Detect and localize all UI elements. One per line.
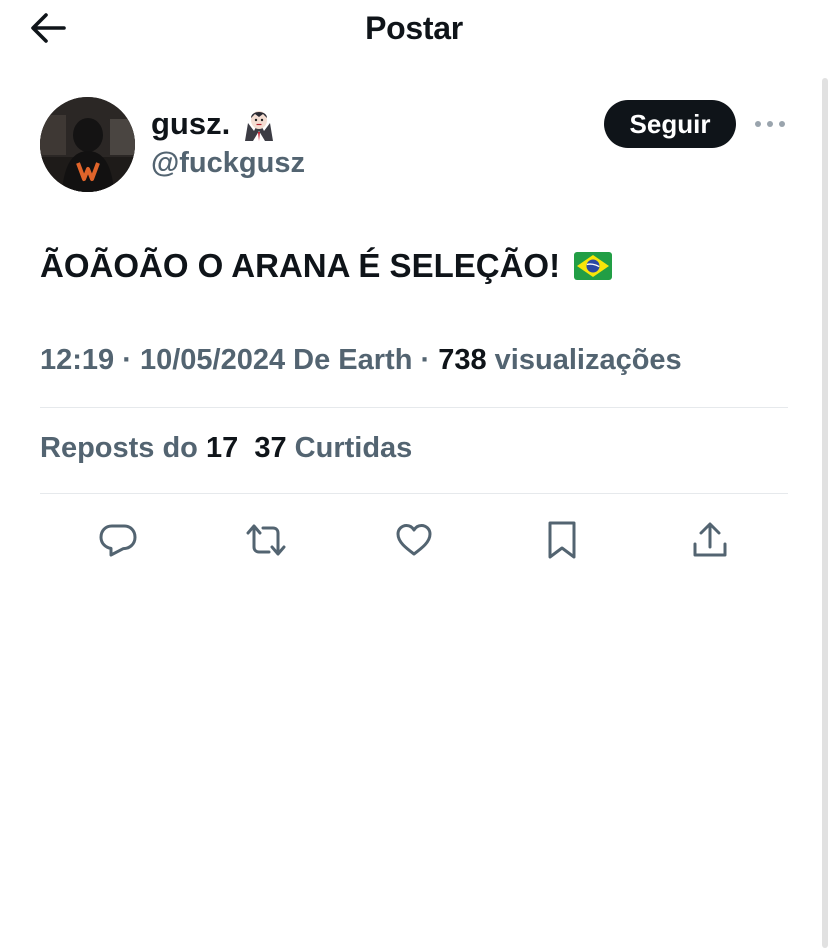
avatar[interactable] bbox=[40, 97, 135, 192]
brazil-flag-emoji-icon bbox=[574, 252, 613, 280]
like-button[interactable] bbox=[392, 518, 436, 562]
top-bar: Postar bbox=[0, 0, 828, 56]
more-horizontal-icon bbox=[755, 121, 785, 127]
repost-button[interactable] bbox=[244, 518, 288, 562]
views-count: 738 bbox=[438, 344, 487, 376]
likes-count: 37 bbox=[254, 432, 287, 464]
share-button[interactable] bbox=[688, 518, 732, 562]
post-text-content: ÃOÃOÃO O ARANA É SELEÇÃO! bbox=[40, 247, 561, 284]
bookmark-icon bbox=[548, 521, 576, 559]
meta-separator: · bbox=[114, 344, 140, 376]
reposts-label: Reposts do bbox=[40, 432, 206, 464]
post-meta: 12:19 · 10/05/2024 De Earth · 738 visual… bbox=[40, 344, 682, 377]
display-name-row: gusz. bbox=[151, 104, 276, 144]
reposts-count: 17 bbox=[205, 432, 239, 464]
post-location: De Earth bbox=[285, 344, 413, 376]
likes-stat[interactable]: 37 Curtidas bbox=[254, 432, 412, 464]
page-title: Postar bbox=[365, 10, 463, 46]
post-time: 12:19 bbox=[40, 344, 115, 376]
display-name[interactable]: gusz. bbox=[151, 106, 230, 142]
scrollbar[interactable] bbox=[822, 78, 828, 948]
user-handle[interactable]: @fuckgusz bbox=[151, 147, 305, 180]
post-text: ÃOÃOÃO O ARANA É SELEÇÃO! bbox=[40, 247, 613, 285]
post-date: 10/05/2024 bbox=[139, 344, 286, 376]
post-stats: Reposts do 17 37 Curtidas bbox=[40, 432, 412, 465]
follow-button[interactable]: Seguir bbox=[604, 100, 736, 148]
meta-separator: · bbox=[412, 344, 439, 376]
vampire-emoji-icon bbox=[245, 111, 274, 141]
reply-icon bbox=[99, 524, 137, 557]
repost-icon bbox=[246, 524, 286, 556]
views-label: visualizações bbox=[486, 344, 682, 376]
reply-button[interactable] bbox=[96, 518, 140, 562]
reposts-stat[interactable]: Reposts do 17 bbox=[40, 432, 238, 464]
divider bbox=[40, 493, 788, 494]
share-icon bbox=[693, 522, 727, 557]
divider bbox=[40, 407, 788, 408]
likes-label: Curtidas bbox=[286, 432, 413, 464]
bookmark-button[interactable] bbox=[540, 518, 584, 562]
more-options-button[interactable] bbox=[752, 112, 788, 136]
avatar-image bbox=[40, 97, 135, 192]
like-icon bbox=[396, 524, 432, 556]
